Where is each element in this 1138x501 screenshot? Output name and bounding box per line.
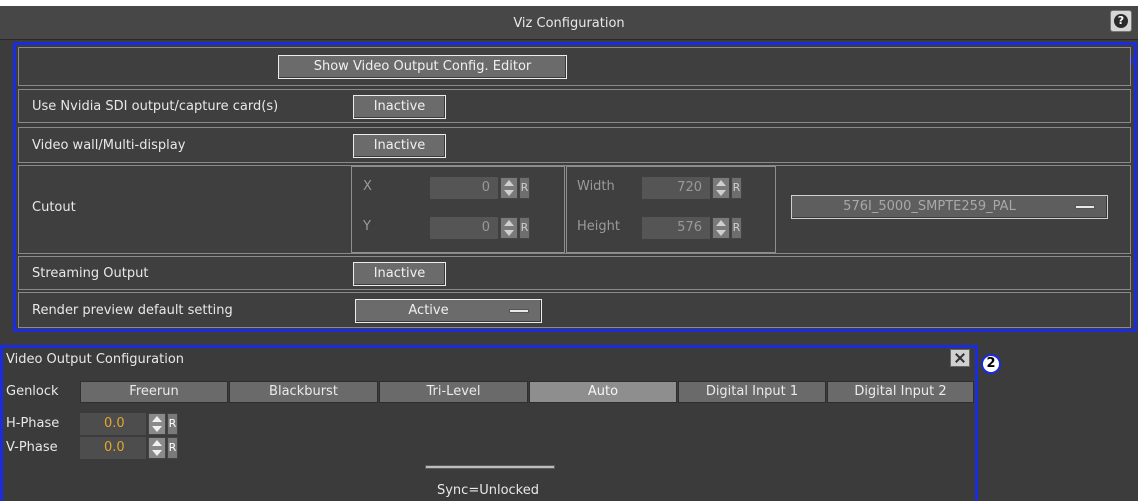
x-spinner-icon[interactable] bbox=[500, 177, 518, 199]
callout-badge-2: 2 bbox=[981, 354, 1001, 374]
title-bar: Viz Configuration ? bbox=[0, 6, 1138, 40]
x-label: X bbox=[363, 179, 372, 194]
y-spinner-icon[interactable] bbox=[500, 217, 518, 239]
streaming-output-label: Streaming Output bbox=[32, 266, 149, 281]
show-editor-row: Show Video Output Config. Editor bbox=[18, 47, 1131, 86]
video-wall-label: Video wall/Multi-display bbox=[32, 138, 186, 153]
help-icon[interactable]: ? bbox=[1110, 10, 1132, 32]
window-title: Viz Configuration bbox=[513, 16, 625, 31]
cutout-label: Cutout bbox=[32, 200, 76, 215]
width-spinner-icon[interactable] bbox=[712, 177, 730, 199]
width-label: Width bbox=[577, 179, 615, 194]
x-input[interactable]: 0 bbox=[430, 177, 498, 199]
nvidia-sdi-toggle[interactable]: Inactive bbox=[353, 95, 446, 119]
height-label: Height bbox=[577, 219, 620, 234]
streaming-output-toggle[interactable]: Inactive bbox=[353, 262, 446, 286]
render-preview-label: Render preview default setting bbox=[32, 303, 233, 318]
dropdown-icon bbox=[509, 309, 529, 313]
video-wall-row: Video wall/Multi-display Inactive bbox=[18, 127, 1131, 163]
streaming-output-row: Streaming Output Inactive bbox=[18, 256, 1131, 290]
x-reset-button[interactable]: R bbox=[519, 177, 530, 199]
callout-box-2 bbox=[0, 345, 978, 501]
y-label: Y bbox=[363, 219, 371, 234]
nvidia-sdi-label: Use Nvidia SDI output/capture card(s) bbox=[32, 99, 279, 114]
cutout-row: Cutout X 0 R Y 0 R Width 720 R Height 57… bbox=[18, 165, 1131, 254]
cutout-size-group: Width 720 R Height 576 R bbox=[566, 166, 776, 253]
cutout-position-group: X 0 R Y 0 R bbox=[351, 166, 565, 253]
y-input[interactable]: 0 bbox=[430, 217, 498, 239]
y-reset-button[interactable]: R bbox=[519, 217, 530, 239]
height-spinner-icon[interactable] bbox=[712, 217, 730, 239]
video-wall-toggle[interactable]: Inactive bbox=[353, 134, 446, 158]
width-input[interactable]: 720 bbox=[642, 177, 710, 199]
height-input[interactable]: 576 bbox=[642, 217, 710, 239]
render-preview-row: Render preview default setting Active bbox=[18, 292, 1131, 328]
dropdown-icon bbox=[1075, 205, 1095, 209]
height-reset-button[interactable]: R bbox=[731, 217, 742, 239]
show-video-output-config-editor-button[interactable]: Show Video Output Config. Editor bbox=[278, 55, 567, 79]
nvidia-sdi-row: Use Nvidia SDI output/capture card(s) In… bbox=[18, 89, 1131, 123]
viz-configuration-window: Viz Configuration ? 1 Show Video Output … bbox=[0, 6, 1138, 501]
render-preview-dropdown[interactable]: Active bbox=[355, 299, 542, 323]
width-reset-button[interactable]: R bbox=[731, 177, 742, 199]
cutout-format-value: 576I_5000_SMPTE259_PAL bbox=[843, 199, 1016, 214]
render-preview-value: Active bbox=[408, 303, 449, 318]
cutout-format-dropdown[interactable]: 576I_5000_SMPTE259_PAL bbox=[791, 195, 1108, 219]
